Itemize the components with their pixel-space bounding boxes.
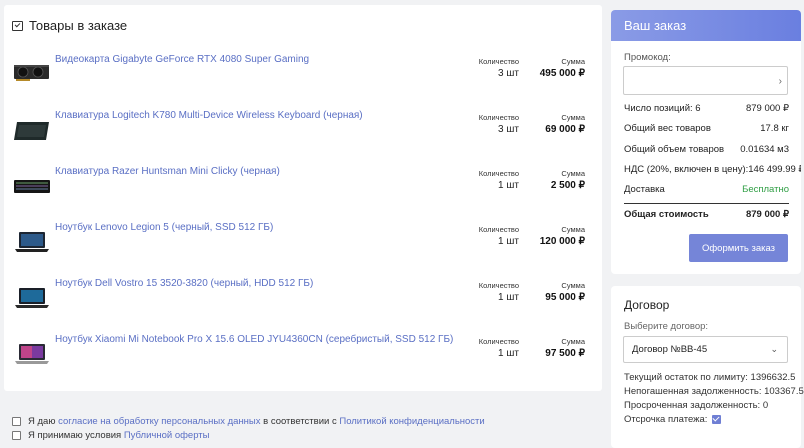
payment-deferral-checkbox[interactable] [712,414,722,424]
contract-title: Договор [624,298,670,312]
outstanding-debt: Непогашенная задолженность: 103367.5 [624,386,804,397]
summary-row-weight: Общий вес товаров 17.8 кг [624,123,789,134]
quantity-label: Количество [478,113,519,122]
keyboard-icon [14,180,50,193]
quantity-label: Количество [478,57,519,66]
sum-label: Сумма [561,113,585,122]
delivery-free-value: Бесплатно [742,184,789,195]
quantity-value: 1 шт [498,180,519,191]
consent-personal-data-checkbox[interactable] [12,416,21,426]
consent-personal-data: Я даю согласие на обработку персональных… [12,414,485,428]
laptop-icon [15,344,49,364]
contract-select-label: Выберите договор: [624,321,709,332]
quantity-value: 3 шт [498,68,519,79]
summary-value: 879 000 ₽ [745,103,789,114]
product-link[interactable]: Клавиатура Logitech K780 Multi-Device Wi… [55,110,363,121]
summary-label: Число позиций: 6 [624,103,701,114]
summary-value: 17.8 кг [760,123,789,134]
summary-row-total: Общая стоимость 879 000 ₽ [624,209,789,220]
product-link[interactable]: Ноутбук Dell Vostro 15 3520-3820 (черный… [55,278,313,289]
product-link[interactable]: Ноутбук Lenovo Legion 5 (черный, SSD 512… [55,222,273,233]
sum-label: Сумма [561,57,585,66]
gpu-icon [14,65,49,81]
order-summary-title: Ваш заказ [611,10,801,41]
consents: Я даю согласие на обработку персональных… [12,414,485,442]
sum-value: 495 000 ₽ [539,68,585,79]
summary-label: Доставка [624,184,665,195]
sum-value: 97 500 ₽ [545,348,585,359]
sum-value: 120 000 ₽ [539,236,585,247]
limit-remaining: Текущий остаток по лимиту: 1396632.5 [624,372,796,383]
product-link[interactable]: Видеокарта Gigabyte GeForce RTX 4080 Sup… [55,54,309,65]
cart-item: Клавиатура Logitech K780 Multi-Device Wi… [4,110,602,166]
consent-text: в соответствии с [260,415,340,427]
cart-item: Видеокарта Gigabyte GeForce RTX 4080 Sup… [4,54,602,110]
keyboard-icon [14,122,49,140]
contract-select[interactable]: Договор №ВВ-45 ⌄ [623,336,788,363]
quantity-label: Количество [478,169,519,178]
summary-divider [624,203,789,204]
consent-offer-checkbox[interactable] [12,430,21,440]
summary-value: 0.01634 м3 [740,144,789,155]
summary-row-positions: Число позиций: 6 879 000 ₽ [624,103,789,114]
chevron-down-icon[interactable]: ⌄ [770,337,778,362]
summary-label: Общий вес товаров [624,123,711,134]
cart-item: Ноутбук Xiaomi Mi Notebook Pro X 15.6 OL… [4,334,602,390]
cart-item: Клавиатура Razer Huntsman Mini Clicky (ч… [4,166,602,222]
product-link[interactable]: Ноутбук Xiaomi Mi Notebook Pro X 15.6 OL… [55,334,453,345]
product-link[interactable]: Клавиатура Razer Huntsman Mini Clicky (ч… [55,166,280,177]
cart-panel: Товары в заказе Видеокарта Gigabyte GeFo… [4,5,602,391]
quantity-value: 1 шт [498,236,519,247]
total-label: Общая стоимость [624,209,709,220]
cart-item: Ноутбук Lenovo Legion 5 (черный, SSD 512… [4,222,602,278]
quantity-value: 1 шт [498,292,519,303]
consent-offer: Я принимаю условия Публичной оферты [12,428,485,442]
sum-value: 95 000 ₽ [545,292,585,303]
contract-card: Договор Выберите договор: Договор №ВВ-45… [611,286,804,448]
consent-text: Я даю [28,415,59,427]
cart-title: Товары в заказе [12,18,127,33]
summary-label: НДС (20%, включен в цену): [624,164,749,175]
quantity-label: Количество [478,337,519,346]
quantity-value: 3 шт [498,124,519,135]
sum-value: 2 500 ₽ [550,180,585,191]
place-order-button[interactable]: Оформить заказ [689,234,788,262]
personal-data-consent-link[interactable]: согласие на обработку персональных данны… [58,416,260,427]
quantity-value: 1 шт [498,348,519,359]
sum-label: Сумма [561,169,585,178]
laptop-icon [15,288,49,308]
chevron-right-icon[interactable]: › [779,76,782,87]
privacy-policy-link[interactable]: Политикой конфиденциальности [339,416,484,427]
promo-input[interactable]: › [623,66,788,95]
checkbox-list-icon [12,20,23,31]
promo-label: Промокод: [624,52,671,63]
laptop-icon [15,232,49,252]
cart-title-text: Товары в заказе [29,18,128,33]
sum-label: Сумма [561,225,585,234]
public-offer-link[interactable]: Публичной оферты [124,430,210,441]
summary-row-volume: Общий объем товаров 0.01634 м3 [624,144,789,155]
sum-label: Сумма [561,337,585,346]
total-value: 879 000 ₽ [745,209,789,220]
sum-label: Сумма [561,281,585,290]
order-summary-card: Ваш заказ Промокод: › Число позиций: 6 8… [611,10,801,274]
summary-label: Общий объем товаров [624,144,725,155]
cart-item: Ноутбук Dell Vostro 15 3520-3820 (черный… [4,278,602,334]
payment-deferral-label: Отсрочка платежа: [624,414,708,425]
quantity-label: Количество [478,225,519,234]
contract-selected-value: Договор №ВВ-45 [632,344,708,355]
payment-deferral: Отсрочка платежа: [624,414,722,425]
summary-row-delivery: Доставка Бесплатно [624,184,789,195]
overdue-debt: Просроченная задолженность: 0 [624,400,769,411]
sum-value: 69 000 ₽ [545,124,585,135]
consent-text: Я принимаю условия [28,429,124,441]
quantity-label: Количество [478,281,519,290]
summary-row-vat: НДС (20%, включен в цену): 146 499.99 ₽ [624,164,801,175]
summary-value: 146 499.99 ₽ [748,164,801,175]
